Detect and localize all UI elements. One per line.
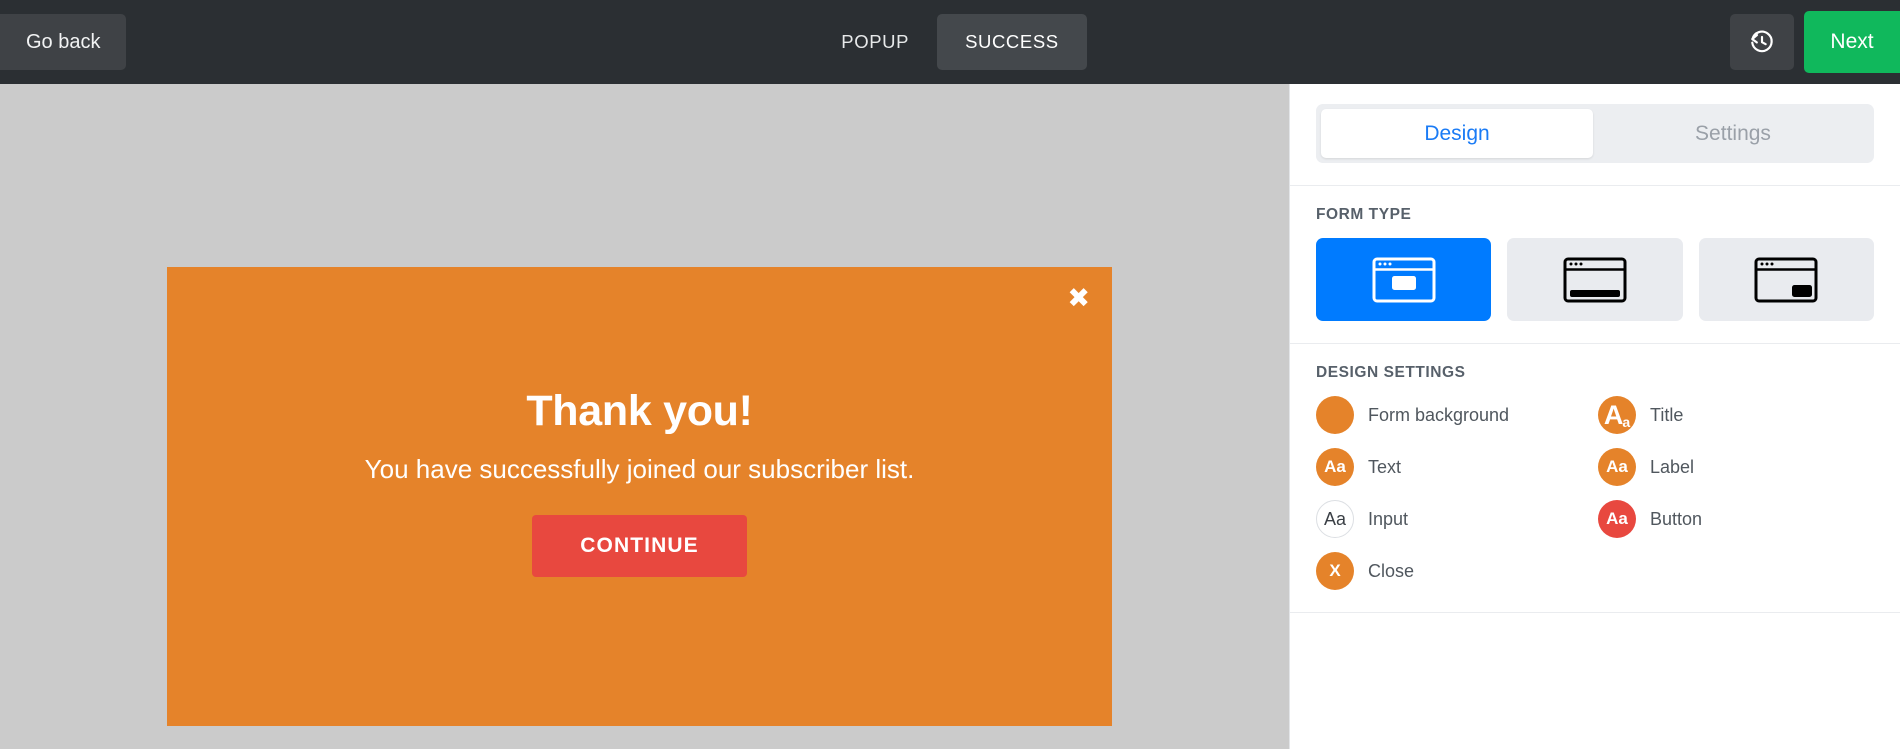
popup-text: You have successfully joined our subscri…: [364, 454, 915, 484]
design-item-button[interactable]: Aa Button: [1598, 500, 1874, 538]
form-type-heading: FORM TYPE: [1316, 206, 1412, 223]
design-side-panel: Design Settings FORM TYPE DESIGN SETTING…: [1289, 84, 1900, 749]
history-clock-icon[interactable]: [1730, 14, 1794, 70]
close-x-icon[interactable]: ✖: [1067, 285, 1090, 312]
button-type-icon: Aa: [1598, 500, 1636, 538]
step-tab-success[interactable]: SUCCESS: [937, 14, 1087, 70]
design-settings-heading: DESIGN SETTINGS: [1316, 364, 1466, 381]
popup-title: Thank you!: [526, 387, 753, 435]
title-type-icon: Aa: [1598, 396, 1636, 434]
workspace: ✖ Thank you! You have successfully joine…: [0, 84, 1900, 749]
design-item-label: Title: [1650, 404, 1684, 425]
design-item-text[interactable]: Aa Text: [1316, 448, 1592, 486]
design-item-label: Input: [1368, 508, 1409, 529]
next-button[interactable]: Next: [1804, 11, 1900, 73]
go-back-button[interactable]: Go back: [0, 14, 127, 70]
design-item-form-background[interactable]: Form background: [1316, 396, 1592, 434]
label-type-icon: Aa: [1598, 448, 1636, 486]
panel-empty-area: [1290, 613, 1900, 749]
panel-tabs-section: Design Settings: [1290, 84, 1900, 186]
close-type-icon: X: [1316, 552, 1354, 590]
design-item-title[interactable]: Aa Title: [1598, 396, 1874, 434]
tab-settings[interactable]: Settings: [1597, 109, 1869, 158]
top-toolbar: Go back POPUP SUCCESS Next: [0, 0, 1900, 84]
design-item-label: Label: [1650, 456, 1695, 477]
input-type-icon: Aa: [1316, 500, 1354, 538]
panel-tab-switch: Design Settings: [1316, 104, 1874, 163]
form-type-options: [1316, 238, 1874, 321]
app-root: Go back POPUP SUCCESS Next ✖ Thank you! …: [0, 0, 1900, 749]
top-toolbar-actions: Next: [1730, 0, 1900, 84]
design-item-label: Form background: [1368, 404, 1510, 425]
popup-continue-button[interactable]: CONTINUE: [532, 515, 747, 577]
popup-form-preview[interactable]: ✖ Thank you! You have successfully joine…: [167, 267, 1112, 726]
design-item-label: Button: [1650, 508, 1703, 529]
form-preview-canvas: ✖ Thank you! You have successfully joine…: [0, 84, 1289, 749]
design-settings-section: DESIGN SETTINGS Form background Aa Title…: [1290, 344, 1900, 613]
form-type-corner-box-icon[interactable]: [1698, 238, 1874, 321]
form-type-bottom-bar-icon[interactable]: [1507, 238, 1683, 321]
form-type-popup-centered-icon[interactable]: [1316, 238, 1492, 321]
design-item-label[interactable]: Aa Label: [1598, 448, 1874, 486]
step-tabs: POPUP SUCCESS: [0, 0, 1900, 84]
step-tab-popup[interactable]: POPUP: [813, 14, 937, 70]
design-settings-grid: Form background Aa Title Aa Text Aa Labe…: [1316, 396, 1874, 590]
tab-design[interactable]: Design: [1321, 109, 1593, 158]
design-item-close[interactable]: X Close: [1316, 552, 1592, 590]
form-type-section: FORM TYPE: [1290, 186, 1900, 344]
design-item-label: Close: [1368, 560, 1415, 581]
design-item-label: Text: [1368, 456, 1402, 477]
design-item-input[interactable]: Aa Input: [1316, 500, 1592, 538]
color-swatch-icon: [1316, 396, 1354, 434]
text-type-icon: Aa: [1316, 448, 1354, 486]
